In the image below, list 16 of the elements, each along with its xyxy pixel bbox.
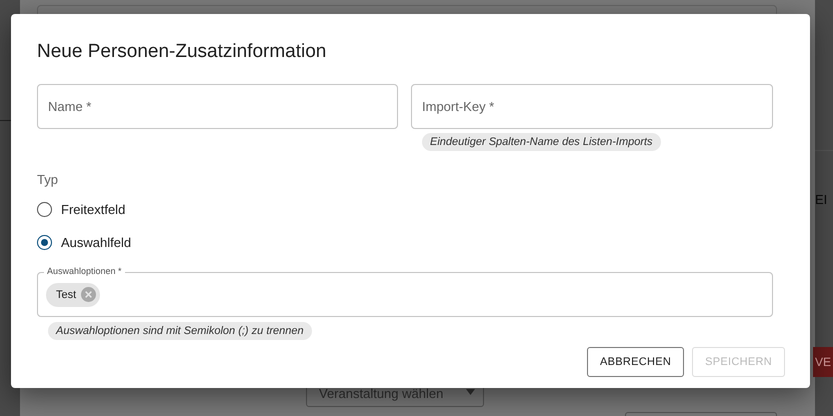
dialog-button[interactable]: ABBRECHEN xyxy=(586,347,684,377)
radio-button[interactable] xyxy=(37,202,52,217)
side-label: EI xyxy=(815,192,828,207)
radio-label: Auswahlfeld xyxy=(61,235,132,250)
hint-chip: Eindeutiger Spalten-Name des Listen-Imports xyxy=(422,133,661,151)
hint-chip: Auswahloptionen sind mit Semikolon (;) zu trennen xyxy=(48,322,312,340)
options-field[interactable]: Auswahloptionen * Test xyxy=(37,265,773,317)
type-label: Typ xyxy=(37,172,59,187)
dialog-title: Neue Personen-Zusatzinformation xyxy=(37,40,328,64)
input-field[interactable]: Import-Key * xyxy=(411,84,773,129)
radio-button[interactable] xyxy=(37,235,52,250)
field-label: Auswahloptionen * xyxy=(44,266,125,277)
action-button[interactable]: VE xyxy=(813,347,833,377)
radio-label: Freitextfeld xyxy=(61,202,126,217)
input-field[interactable]: Name * xyxy=(37,84,398,129)
option-chip: Test xyxy=(46,282,100,306)
